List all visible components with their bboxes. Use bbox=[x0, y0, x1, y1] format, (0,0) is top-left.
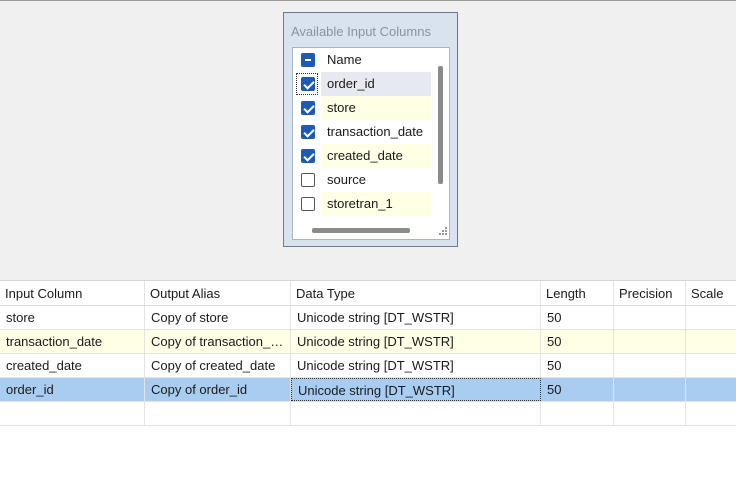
input-column-cell[interactable]: order_id bbox=[0, 378, 145, 401]
column-header-output-alias[interactable]: Output Alias bbox=[145, 281, 291, 305]
table-row-selected[interactable]: order_id Copy of order_id Unicode string… bbox=[0, 378, 736, 402]
column-header-scale[interactable]: Scale bbox=[686, 281, 736, 305]
output-alias-cell[interactable]: Copy of transaction_date bbox=[145, 330, 291, 353]
precision-cell[interactable] bbox=[614, 306, 686, 329]
select-all-checkbox[interactable] bbox=[301, 53, 315, 67]
data-type-cell[interactable]: Unicode string [DT_WSTR] bbox=[291, 306, 541, 329]
data-type-cell[interactable]: Unicode string [DT_WSTR] bbox=[291, 354, 541, 377]
length-cell[interactable] bbox=[541, 402, 614, 425]
column-item-label: created_date bbox=[321, 144, 431, 168]
available-input-columns-title: Available Input Columns bbox=[291, 24, 431, 39]
column-item-source[interactable]: source bbox=[293, 168, 431, 192]
table-row[interactable]: transaction_date Copy of transaction_dat… bbox=[0, 330, 736, 354]
name-column-header: Name bbox=[327, 52, 362, 67]
column-header-data-type[interactable]: Data Type bbox=[291, 281, 541, 305]
table-row-empty[interactable] bbox=[0, 402, 736, 426]
table-row[interactable]: store Copy of store Unicode string [DT_W… bbox=[0, 306, 736, 330]
column-item-transaction-date[interactable]: transaction_date bbox=[293, 120, 431, 144]
available-columns-list[interactable]: Name order_id store transaction_date cre… bbox=[292, 47, 450, 240]
grid-header-row: Input Column Output Alias Data Type Leng… bbox=[0, 281, 736, 306]
column-item-label: store bbox=[321, 96, 431, 120]
precision-cell[interactable] bbox=[614, 354, 686, 377]
data-type-cell[interactable]: Unicode string [DT_WSTR] bbox=[291, 330, 541, 353]
data-type-cell[interactable]: Unicode string [DT_WSTR] bbox=[291, 378, 541, 401]
table-row[interactable]: created_date Copy of created_date Unicod… bbox=[0, 354, 736, 378]
output-alias-cell[interactable]: Copy of created_date bbox=[145, 354, 291, 377]
scale-cell[interactable] bbox=[686, 330, 736, 353]
column-checkbox-storetran-1[interactable] bbox=[301, 197, 315, 211]
column-item-store[interactable]: store bbox=[293, 96, 431, 120]
columns-list-header: Name bbox=[293, 48, 431, 72]
column-checkbox-transaction-date[interactable] bbox=[301, 125, 315, 139]
input-column-cell[interactable]: created_date bbox=[0, 354, 145, 377]
vertical-scrollbar-thumb[interactable] bbox=[438, 66, 443, 184]
precision-cell[interactable] bbox=[614, 378, 686, 401]
column-item-label: source bbox=[327, 172, 367, 187]
column-item-label: transaction_date bbox=[327, 124, 424, 139]
column-item-created-date[interactable]: created_date bbox=[293, 144, 431, 168]
data-type-cell[interactable] bbox=[291, 402, 541, 425]
resize-grip-icon[interactable] bbox=[438, 226, 448, 236]
input-column-cell[interactable] bbox=[0, 402, 145, 425]
input-column-cell[interactable]: store bbox=[0, 306, 145, 329]
scale-cell[interactable] bbox=[686, 306, 736, 329]
available-input-columns-box[interactable]: Available Input Columns Name order_id st… bbox=[283, 12, 458, 247]
length-cell[interactable]: 50 bbox=[541, 354, 614, 377]
output-alias-cell[interactable]: Copy of store bbox=[145, 306, 291, 329]
column-checkbox-created-date[interactable] bbox=[301, 149, 315, 163]
column-header-input-column[interactable]: Input Column bbox=[0, 281, 145, 305]
output-alias-cell[interactable]: Copy of order_id bbox=[145, 378, 291, 401]
column-header-length[interactable]: Length bbox=[541, 281, 614, 305]
scale-cell[interactable] bbox=[686, 402, 736, 425]
input-column-cell[interactable]: transaction_date bbox=[0, 330, 145, 353]
upper-pane: Available Input Columns Name order_id st… bbox=[0, 0, 736, 263]
column-item-storetran-1[interactable]: storetran_1 bbox=[293, 192, 431, 216]
length-cell[interactable]: 50 bbox=[541, 306, 614, 329]
column-item-order-id[interactable]: order_id bbox=[293, 72, 431, 96]
column-item-label: storetran_1 bbox=[321, 192, 431, 216]
horizontal-scrollbar-thumb[interactable] bbox=[312, 228, 410, 233]
column-item-label: order_id bbox=[321, 72, 431, 96]
output-columns-grid[interactable]: Input Column Output Alias Data Type Leng… bbox=[0, 281, 736, 495]
pane-splitter[interactable] bbox=[0, 263, 736, 281]
precision-cell[interactable] bbox=[614, 402, 686, 425]
column-checkbox-source[interactable] bbox=[301, 173, 315, 187]
precision-cell[interactable] bbox=[614, 330, 686, 353]
scale-cell[interactable] bbox=[686, 354, 736, 377]
column-header-precision[interactable]: Precision bbox=[614, 281, 686, 305]
output-alias-cell[interactable] bbox=[145, 402, 291, 425]
length-cell[interactable]: 50 bbox=[541, 330, 614, 353]
column-checkbox-order-id[interactable] bbox=[301, 77, 315, 91]
column-checkbox-store[interactable] bbox=[301, 101, 315, 115]
length-cell[interactable]: 50 bbox=[541, 378, 614, 401]
scale-cell[interactable] bbox=[686, 378, 736, 401]
